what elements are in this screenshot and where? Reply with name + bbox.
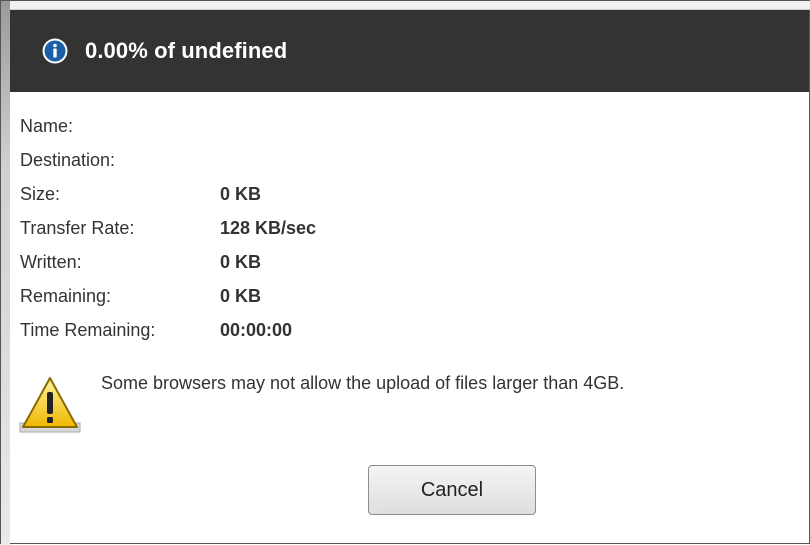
dialog-title: 0.00% of undefined [85, 38, 288, 63]
detail-value: 0 KB [220, 285, 262, 306]
detail-value: 0 KB [220, 183, 262, 204]
warning-icon [19, 375, 81, 433]
detail-row-remaining: Remaining: 0 KB [20, 279, 720, 313]
detail-row-size: Size: 0 KB [20, 177, 720, 211]
detail-row-written: Written: 0 KB [20, 245, 720, 279]
detail-label: Transfer Rate: [20, 217, 135, 238]
upload-progress-dialog: 0.00% of undefined Name: Destination: Si… [0, 0, 810, 545]
dialog-left-edge [1, 1, 10, 545]
detail-value: 00:00:00 [220, 319, 293, 340]
info-icon [42, 38, 68, 64]
cancel-button[interactable]: Cancel [368, 465, 536, 515]
detail-value: 128 KB/sec [220, 217, 317, 238]
transfer-details: Name: Destination: Size: 0 KB Transfer R… [20, 109, 720, 347]
detail-row-transfer-rate: Transfer Rate: 128 KB/sec [20, 211, 720, 245]
dialog-top-edge [1, 1, 810, 10]
warning-text: Some browsers may not allow the upload o… [101, 373, 625, 393]
detail-label: Destination: [20, 149, 116, 170]
detail-row-name: Name: [20, 109, 720, 143]
detail-value: 0 KB [220, 251, 262, 272]
detail-label: Name: [20, 115, 74, 136]
detail-row-destination: Destination: [20, 143, 720, 177]
detail-label: Size: [20, 183, 61, 204]
size-warning: Some browsers may not allow the upload o… [19, 369, 799, 435]
dialog-titlebar: 0.00% of undefined [10, 10, 809, 92]
detail-label: Remaining: [20, 285, 112, 306]
detail-row-time-remaining: Time Remaining: 00:00:00 [20, 313, 720, 347]
detail-label: Time Remaining: [20, 319, 156, 340]
detail-label: Written: [20, 251, 82, 272]
